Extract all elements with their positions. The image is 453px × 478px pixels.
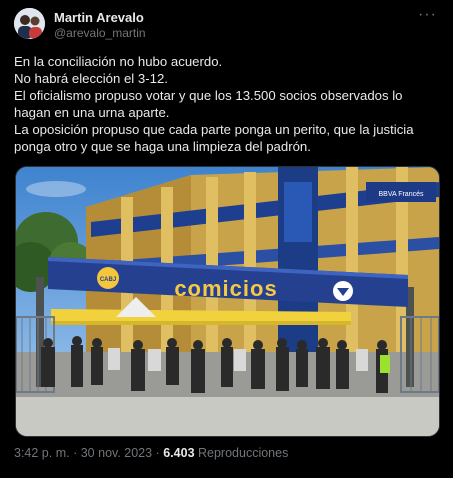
separator: · [73, 446, 78, 460]
tweet-line: La oposición propuso que cada parte pong… [14, 122, 414, 154]
more-icon[interactable]: ··· [418, 6, 437, 24]
club-logo: CABJ [100, 277, 116, 283]
tweet-photo[interactable]: BBVA Francés CABJ comicios [15, 166, 440, 437]
avatar[interactable] [14, 8, 45, 39]
views-label: Reproducciones [198, 446, 289, 460]
views-count: 6.403 [163, 446, 195, 460]
author-handle[interactable]: @arevalo_martin [54, 26, 146, 40]
banner-text: comicios [174, 276, 277, 301]
tweet-date[interactable]: 30 nov. 2023 [81, 446, 152, 460]
tweet-footer: 3:42 p. m. · 30 nov. 2023 · 6.403 Reprod… [14, 446, 288, 460]
tweet-time[interactable]: 3:42 p. m. [14, 446, 70, 460]
tweet-line: El oficialismo propuso votar y que los 1… [14, 88, 403, 120]
sponsor-sign: BBVA Francés [378, 191, 424, 198]
tweet-line: En la conciliación no hubo acuerdo. [14, 54, 223, 69]
tweet-line: No habrá elección el 3-12. [14, 71, 168, 86]
author-name[interactable]: Martin Arevalo [54, 10, 144, 25]
tweet: Martin Arevalo @arevalo_martin ··· En la… [0, 0, 453, 478]
tweet-text: En la conciliación no hubo acuerdo. No h… [14, 53, 439, 155]
separator: · [155, 446, 160, 460]
